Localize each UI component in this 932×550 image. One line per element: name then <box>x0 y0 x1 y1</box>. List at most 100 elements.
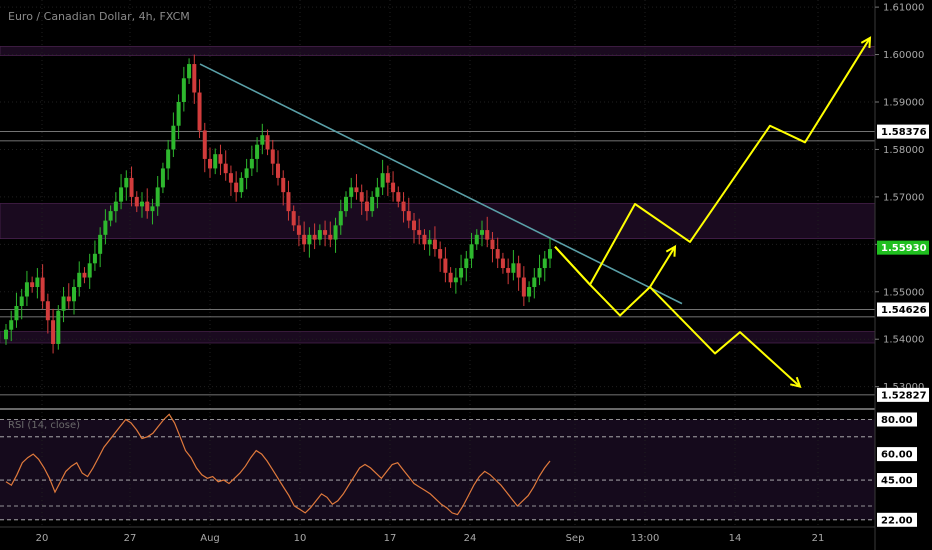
candle <box>255 144 260 159</box>
candle <box>500 258 505 269</box>
price-tick-label: 1.61000 <box>883 3 924 14</box>
zone-band <box>0 46 876 56</box>
candle <box>380 173 385 188</box>
rsi-tick-label: 45.00 <box>881 476 913 487</box>
rsi-label: RSI (14, close) <box>8 420 80 431</box>
candle <box>438 249 443 259</box>
candle <box>249 158 254 169</box>
time-tick-label: 13:00 <box>631 533 660 544</box>
price-tick-label: 1.55000 <box>883 287 924 298</box>
candle <box>521 277 526 297</box>
candle <box>166 149 171 169</box>
candle <box>412 220 416 231</box>
candle <box>281 177 286 193</box>
candle <box>19 296 24 306</box>
candle <box>354 187 359 193</box>
candle <box>422 234 427 245</box>
candle <box>312 234 317 240</box>
candle <box>432 239 437 250</box>
time-tick-label: 14 <box>729 533 742 544</box>
candle <box>364 201 369 212</box>
price-badge-label: 1.54626 <box>881 305 927 316</box>
time-tick-label: 10 <box>294 533 307 544</box>
candle <box>192 64 197 93</box>
candle <box>480 230 484 235</box>
candle <box>401 201 406 212</box>
candle <box>323 230 328 235</box>
candle <box>532 277 537 288</box>
candle <box>344 196 348 212</box>
candle <box>40 277 45 302</box>
candle <box>197 92 202 131</box>
rsi-tick-label: 22.00 <box>881 515 913 526</box>
candle <box>87 263 92 278</box>
candle <box>490 239 495 250</box>
candle <box>108 211 113 221</box>
candle <box>51 320 56 344</box>
candle <box>45 301 50 321</box>
candle <box>286 192 291 212</box>
candle <box>370 196 375 212</box>
price-badge-label: 1.58376 <box>881 127 927 138</box>
candle <box>396 192 401 202</box>
time-tick-label: 17 <box>384 533 397 544</box>
candle <box>150 206 155 212</box>
price-badge-label: 1.52827 <box>881 390 927 401</box>
candle <box>453 277 458 283</box>
candle <box>66 296 71 302</box>
candle <box>181 78 186 102</box>
candle <box>406 211 411 221</box>
rsi-tick-label: 60.00 <box>881 450 913 461</box>
candle <box>103 220 108 235</box>
candle <box>244 168 249 178</box>
candle <box>276 163 280 178</box>
price-tick-label: 1.60000 <box>883 50 924 61</box>
candle <box>359 192 364 202</box>
price-tick-label: 1.57000 <box>883 192 924 203</box>
candle <box>317 230 322 240</box>
chart-canvas: 1.530001.540001.550001.560001.570001.580… <box>0 0 932 550</box>
candle <box>234 182 239 193</box>
price-axis-bg <box>875 0 932 550</box>
candle <box>495 249 500 259</box>
candle <box>338 211 343 226</box>
candle <box>270 149 275 164</box>
candle <box>296 225 301 235</box>
candle <box>4 329 8 340</box>
candle <box>448 272 453 283</box>
chart-title: Euro / Canadian Dollar, 4h, FXCM <box>8 10 190 23</box>
candle <box>239 177 244 193</box>
candle <box>134 196 139 207</box>
time-tick-label: 20 <box>36 533 49 544</box>
candle <box>208 158 212 169</box>
time-tick-label: Sep <box>566 533 585 544</box>
candle <box>459 268 464 278</box>
candle <box>77 272 82 288</box>
candle <box>155 187 160 207</box>
candle <box>119 187 124 202</box>
time-tick-label: 24 <box>464 533 477 544</box>
candle <box>527 287 532 297</box>
candle <box>61 296 66 311</box>
candle <box>485 230 490 240</box>
candle <box>213 154 218 169</box>
time-tick-label: Aug <box>200 533 220 544</box>
candle <box>260 135 265 145</box>
rsi-band <box>0 419 875 520</box>
candle <box>72 287 76 302</box>
candle <box>516 263 521 278</box>
candle <box>160 168 165 188</box>
candle <box>228 173 233 183</box>
candle <box>333 225 338 240</box>
candle <box>30 282 35 288</box>
candle <box>35 277 40 288</box>
price-tick-label: 1.54000 <box>883 335 924 346</box>
candle <box>92 253 97 264</box>
candle <box>176 102 181 126</box>
candle <box>464 258 469 269</box>
candle <box>391 182 396 193</box>
candle <box>307 234 312 245</box>
price-tick-label: 1.59000 <box>883 98 924 109</box>
candle <box>24 282 29 297</box>
candle <box>542 258 547 269</box>
